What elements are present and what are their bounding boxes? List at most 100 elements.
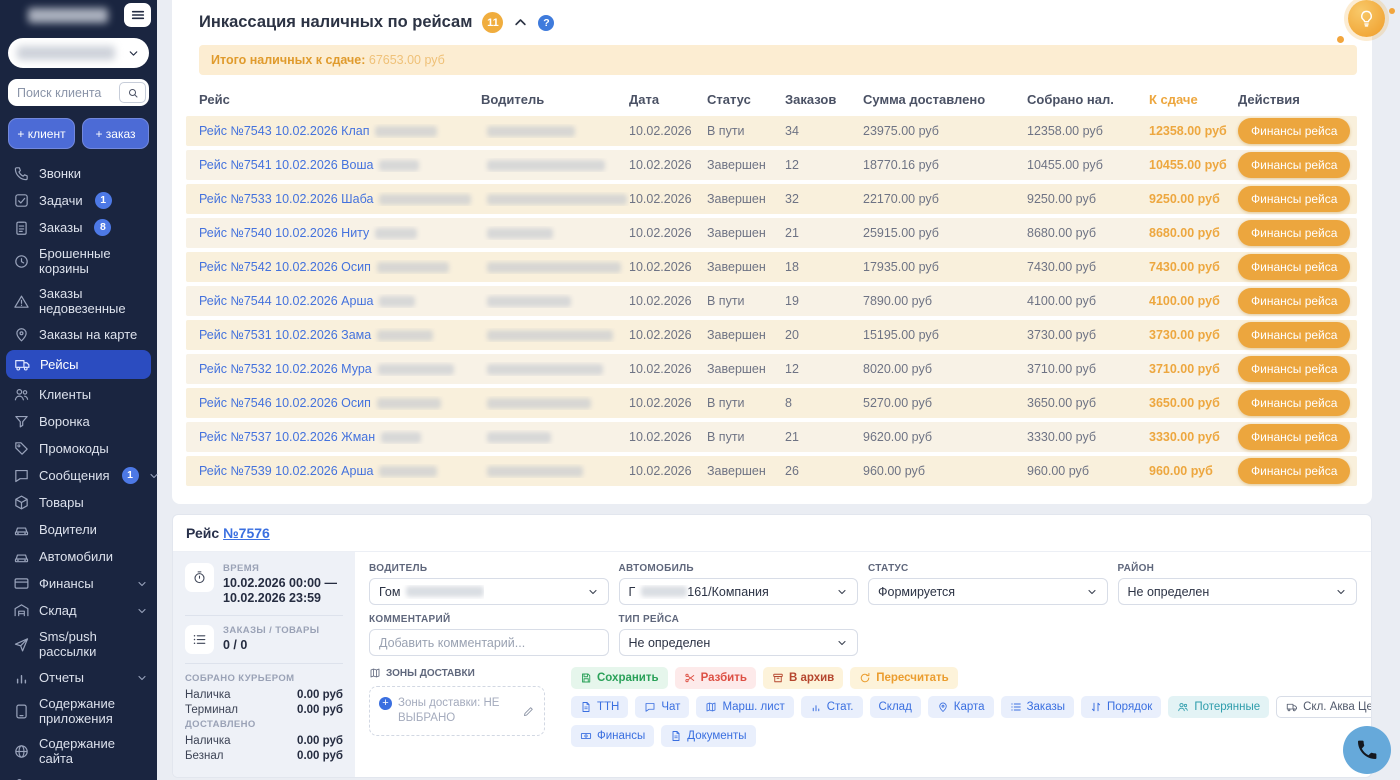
warehouse-source-button[interactable]: Скл. Аква Центр Ростов-на-Дону: [1276, 696, 1372, 718]
sidebar-item-messages[interactable]: Сообщения1: [0, 462, 157, 489]
delivered-sum-cell: 8020.00 руб: [863, 362, 1027, 376]
hamburger-menu-button[interactable]: [124, 3, 151, 27]
status-select[interactable]: Формируется: [868, 578, 1108, 605]
sidebar-item-abandoned-carts[interactable]: Брошенные корзины: [0, 241, 157, 281]
ttn-button[interactable]: ТТН: [571, 696, 628, 718]
actions-cell: Финансы рейса: [1238, 220, 1358, 246]
search-input[interactable]: [17, 86, 115, 100]
save-button[interactable]: Сохранить: [571, 667, 668, 689]
driver-label: ВОДИТЕЛЬ: [369, 563, 609, 574]
driver-select[interactable]: Гом: [369, 578, 609, 605]
collapse-section-button[interactable]: [513, 15, 528, 30]
sidebar-item-app-content[interactable]: Содержание приложения: [0, 691, 157, 731]
users-icon: [1177, 701, 1189, 713]
trip-card-header: Рейс №7576: [173, 515, 1371, 552]
map-button[interactable]: Карта: [928, 696, 994, 718]
warehouse-button[interactable]: Склад: [870, 696, 921, 718]
trip-link[interactable]: Рейс №7542 10.02.2026 Осип: [199, 260, 371, 274]
help-button[interactable]: ?: [538, 15, 554, 31]
trip-finances-button[interactable]: Финансы рейса: [1238, 220, 1350, 246]
edit-pencil-icon[interactable]: [522, 705, 535, 718]
stats-button[interactable]: Стат.: [801, 696, 863, 718]
sidebar-item-site-content[interactable]: Содержание сайта: [0, 731, 157, 771]
search-button[interactable]: [119, 82, 146, 103]
clock-icon: [13, 253, 30, 270]
sidebar-item-undelivered-orders[interactable]: Заказы недовезенные: [0, 281, 157, 321]
trip-link[interactable]: Рейс №7543 10.02.2026 Клап: [199, 124, 369, 138]
cashless-value: 0.00 руб: [297, 750, 343, 762]
trip-link[interactable]: Рейс №7531 10.02.2026 Зама: [199, 328, 371, 342]
trip-finances-button[interactable]: Финансы рейса: [1238, 254, 1350, 280]
sidebar-item-tasks[interactable]: Задачи1: [0, 187, 157, 214]
redacted-trip-name: [379, 466, 437, 477]
store-selector[interactable]: [8, 38, 149, 68]
finances-button[interactable]: Финансы: [571, 725, 654, 747]
lost-orders-button[interactable]: Потерянные: [1168, 696, 1269, 718]
archive-button[interactable]: В архив: [763, 667, 843, 689]
sidebar-item-trips[interactable]: Рейсы: [6, 350, 151, 379]
sidebar-item-clients[interactable]: Клиенты: [0, 381, 157, 408]
page-title: Инкассация наличных по рейсам: [199, 13, 472, 32]
status-cell: Завершен: [707, 226, 785, 240]
sidebar-item-orders[interactable]: Заказы8: [0, 214, 157, 241]
split-trip-button[interactable]: Разбить: [675, 667, 756, 689]
sidebar-item-finance[interactable]: Финансы: [0, 570, 157, 597]
orders-button[interactable]: Заказы: [1001, 696, 1074, 718]
recalculate-button[interactable]: Пересчитать: [850, 667, 958, 689]
chat-button[interactable]: Чат: [635, 696, 689, 718]
trip-link[interactable]: Рейс №7532 10.02.2026 Мура: [199, 362, 372, 376]
chat-icon: [644, 701, 656, 713]
order-sequence-button[interactable]: Порядок: [1081, 696, 1161, 718]
documents-button[interactable]: Документы: [661, 725, 755, 747]
trip-link[interactable]: Рейс №7544 10.02.2026 Арша: [199, 294, 373, 308]
trip-link[interactable]: Рейс №7541 10.02.2026 Воша: [199, 158, 373, 172]
comment-input[interactable]: [379, 636, 599, 650]
add-client-button[interactable]: + клиент: [8, 118, 75, 149]
sidebar-item-warehouse[interactable]: Склад: [0, 597, 157, 624]
trip-finances-button[interactable]: Финансы рейса: [1238, 322, 1350, 348]
trip-title-prefix: Рейс: [186, 525, 219, 541]
sidebar-item-calls[interactable]: Звонки: [0, 160, 157, 187]
trip-link[interactable]: Рейс №7539 10.02.2026 Арша: [199, 464, 373, 478]
district-select[interactable]: Не определен: [1118, 578, 1358, 605]
trip-type-select[interactable]: Не определен: [619, 629, 859, 656]
sidebar-item-products[interactable]: Товары: [0, 489, 157, 516]
trip-link[interactable]: Рейс №7537 10.02.2026 Жман: [199, 430, 375, 444]
trip-finances-button[interactable]: Финансы рейса: [1238, 458, 1350, 484]
due-cell: 4100.00 руб: [1149, 294, 1238, 308]
sidebar-item-promocodes[interactable]: Промокоды: [0, 435, 157, 462]
sidebar-item-drivers[interactable]: Водители: [0, 516, 157, 543]
trip-number-link[interactable]: №7576: [223, 525, 270, 541]
trip-link[interactable]: Рейс №7546 10.02.2026 Осип: [199, 396, 371, 410]
trip-cell: Рейс №7540 10.02.2026 Ниту: [186, 226, 481, 240]
redacted-driver-name: [487, 364, 603, 375]
sidebar-item-reports[interactable]: Отчеты: [0, 664, 157, 691]
tips-bulb-button[interactable]: [1348, 0, 1385, 37]
sidebar-item-funnel[interactable]: Воронка: [0, 408, 157, 435]
trip-finances-button[interactable]: Финансы рейса: [1238, 390, 1350, 416]
sidebar-item-orders-on-map[interactable]: Заказы на карте: [0, 321, 157, 348]
trip-finances-button[interactable]: Финансы рейса: [1238, 356, 1350, 382]
sidebar-item-users[interactable]: Пользователи: [0, 771, 157, 780]
vehicle-select[interactable]: Г161/Компания: [619, 578, 859, 605]
orders-goods-label: ЗАКАЗЫ / ТОВАРЫ: [223, 625, 319, 636]
zones-picker[interactable]: + Зоны доставки: НЕ ВЫБРАНО: [369, 686, 545, 736]
trip-finances-button[interactable]: Финансы рейса: [1238, 424, 1350, 450]
status-value: Формируется: [878, 585, 955, 599]
trip-finances-button[interactable]: Финансы рейса: [1238, 186, 1350, 212]
sidebar-item-label: Склад: [39, 603, 77, 618]
trip-link[interactable]: Рейс №7533 10.02.2026 Шаба: [199, 192, 373, 206]
sidebar-item-vehicles[interactable]: Автомобили: [0, 543, 157, 570]
trip-link[interactable]: Рейс №7540 10.02.2026 Ниту: [199, 226, 369, 240]
add-order-button[interactable]: + заказ: [82, 118, 149, 149]
trip-finances-button[interactable]: Финансы рейса: [1238, 152, 1350, 178]
trip-finances-button[interactable]: Финансы рейса: [1238, 118, 1350, 144]
route-sheet-button[interactable]: Марш. лист: [696, 696, 793, 718]
trip-detail-card: Рейс №7576 ВРЕМЯ 10.02.2026 00:00 —10.02…: [172, 514, 1372, 778]
orders-count-cell: 21: [785, 226, 863, 240]
call-fab-button[interactable]: [1343, 726, 1391, 774]
sidebar-item-sms-push[interactable]: Sms/push рассылки: [0, 624, 157, 664]
table-row: Рейс №7544 10.02.2026 Арша 10.02.2026 В …: [186, 286, 1357, 316]
trip-finances-button[interactable]: Финансы рейса: [1238, 288, 1350, 314]
redacted-driver-name: [487, 432, 551, 443]
